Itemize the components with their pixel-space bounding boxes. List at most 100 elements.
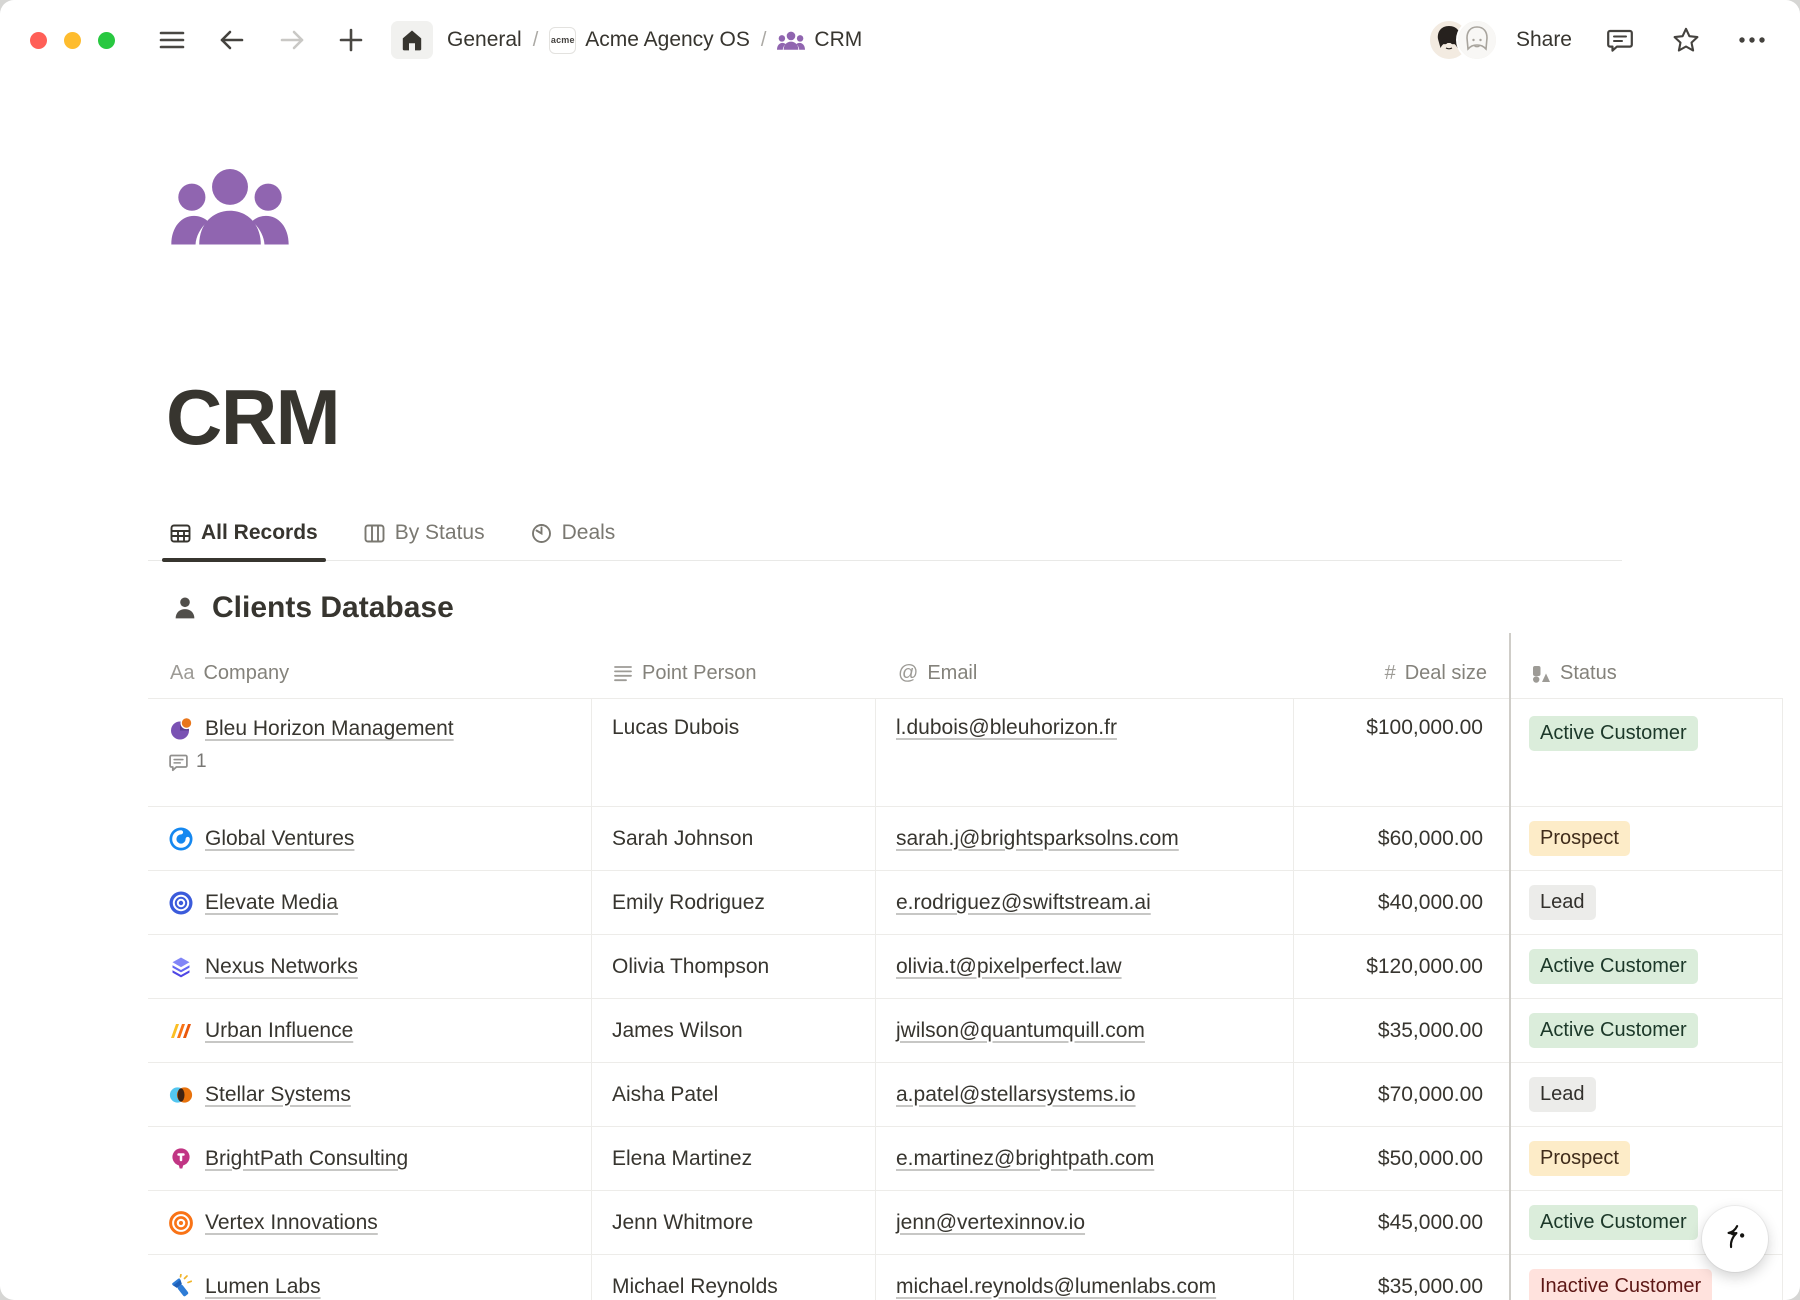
point-person-cell[interactable]: Jenn Whitmore [592,1191,876,1254]
email-cell[interactable]: sarah.j@brightsparksolns.com [876,807,1294,870]
tab-deals[interactable]: Deals [531,521,616,560]
email-cell[interactable]: a.patel@stellarsystems.io [876,1063,1294,1126]
point-person-cell[interactable]: Lucas Dubois [592,699,876,806]
breadcrumb-crm[interactable]: CRM [777,28,862,52]
column-header-status[interactable]: Status [1509,649,1783,698]
column-divider[interactable] [1509,633,1511,1300]
company-cell[interactable]: Lumen Labs [148,1255,592,1300]
table-row[interactable]: Nexus Networks Olivia Thompson olivia.t@… [148,935,1783,999]
table-row[interactable]: Lumen Labs Michael Reynolds michael.reyn… [148,1255,1783,1300]
email-cell[interactable]: e.rodriguez@swiftstream.ai [876,871,1294,934]
email-cell[interactable]: l.dubois@bleuhorizon.fr [876,699,1294,806]
deal-size-cell[interactable]: $60,000.00 [1294,807,1509,870]
breadcrumb-general[interactable]: General [447,28,522,52]
email-cell[interactable]: e.martinez@brightpath.com [876,1127,1294,1190]
database-title[interactable]: Clients Database [212,591,454,625]
company-link[interactable]: Stellar Systems [205,1083,351,1107]
column-header-point-person[interactable]: Point Person [592,649,876,698]
deal-size-cell[interactable]: $70,000.00 [1294,1063,1509,1126]
company-cell[interactable]: BrightPath Consulting [148,1127,592,1190]
company-cell[interactable]: Vertex Innovations [148,1191,592,1254]
company-cell[interactable]: Nexus Networks [148,935,592,998]
status-cell[interactable]: Active Customer [1509,935,1783,998]
deal-size-cell[interactable]: $45,000.00 [1294,1191,1509,1254]
point-person-cell[interactable]: Sarah Johnson [592,807,876,870]
comments-button[interactable] [1602,22,1638,58]
email-link[interactable]: michael.reynolds@lumenlabs.com [896,1275,1216,1299]
table-row[interactable]: Bleu Horizon Management 1 Lucas Dubois l… [148,699,1783,807]
company-link[interactable]: Bleu Horizon Management [205,717,454,741]
table-row[interactable]: BrightPath Consulting Elena Martinez e.m… [148,1127,1783,1191]
point-person-cell[interactable]: James Wilson [592,999,876,1062]
notion-ai-button[interactable] [1702,1206,1768,1272]
sidebar-toggle-button[interactable] [155,25,189,55]
tab-all-records[interactable]: All Records [170,521,318,560]
page-icon-people[interactable] [170,162,290,250]
forward-button[interactable] [275,25,309,55]
zoom-window-button[interactable] [98,32,115,49]
status-cell[interactable]: Lead [1509,1063,1783,1126]
table-row[interactable]: Elevate Media Emily Rodriguez e.rodrigue… [148,871,1783,935]
email-link[interactable]: jenn@vertexinnov.io [896,1211,1085,1235]
point-person-cell[interactable]: Aisha Patel [592,1063,876,1126]
company-link[interactable]: Vertex Innovations [205,1211,378,1235]
share-button[interactable]: Share [1516,28,1572,52]
company-cell[interactable]: Stellar Systems [148,1063,592,1126]
email-cell[interactable]: jenn@vertexinnov.io [876,1191,1294,1254]
deal-size-cell[interactable]: $40,000.00 [1294,871,1509,934]
status-cell[interactable]: Prospect [1509,1127,1783,1190]
company-cell[interactable]: Bleu Horizon Management 1 [148,699,592,806]
company-link[interactable]: Nexus Networks [205,955,358,979]
company-cell[interactable]: Elevate Media [148,871,592,934]
company-cell[interactable]: Urban Influence [148,999,592,1062]
email-cell[interactable]: olivia.t@pixelperfect.law [876,935,1294,998]
deal-size-cell[interactable]: $120,000.00 [1294,935,1509,998]
tab-by-status[interactable]: By Status [364,521,485,560]
close-window-button[interactable] [30,32,47,49]
point-person-cell[interactable]: Elena Martinez [592,1127,876,1190]
email-link[interactable]: l.dubois@bleuhorizon.fr [896,716,1117,740]
new-page-button[interactable] [335,24,367,56]
breadcrumb-workspace[interactable]: acme Acme Agency OS [549,27,750,54]
point-person-cell[interactable]: Olivia Thompson [592,935,876,998]
home-button[interactable] [391,21,433,59]
email-link[interactable]: e.martinez@brightpath.com [896,1147,1154,1171]
status-cell[interactable]: Lead [1509,871,1783,934]
email-cell[interactable]: michael.reynolds@lumenlabs.com [876,1255,1294,1300]
back-button[interactable] [215,25,249,55]
deal-size-cell[interactable]: $50,000.00 [1294,1127,1509,1190]
company-link[interactable]: BrightPath Consulting [205,1147,408,1171]
page-title[interactable]: CRM [166,372,1800,463]
favorite-button[interactable] [1668,22,1704,58]
email-link[interactable]: a.patel@stellarsystems.io [896,1083,1136,1107]
deal-size-cell[interactable]: $35,000.00 [1294,1255,1509,1300]
table-row[interactable]: Vertex Innovations Jenn Whitmore jenn@ve… [148,1191,1783,1255]
email-cell[interactable]: jwilson@quantumquill.com [876,999,1294,1062]
comment-count[interactable]: 1 [168,751,207,773]
table-row[interactable]: Urban Influence James Wilson jwilson@qua… [148,999,1783,1063]
company-link[interactable]: Lumen Labs [205,1275,321,1299]
email-link[interactable]: olivia.t@pixelperfect.law [896,955,1122,979]
table-row[interactable]: Global Ventures Sarah Johnson sarah.j@br… [148,807,1783,871]
status-cell[interactable]: Active Customer [1509,699,1783,806]
company-link[interactable]: Urban Influence [205,1019,353,1043]
column-header-company[interactable]: Aa Company [148,649,592,698]
deal-size-cell[interactable]: $100,000.00 [1294,699,1509,806]
email-link[interactable]: e.rodriguez@swiftstream.ai [896,891,1151,915]
more-options-button[interactable] [1734,31,1770,49]
company-link[interactable]: Global Ventures [205,827,354,851]
point-person-cell[interactable]: Emily Rodriguez [592,871,876,934]
deal-size-cell[interactable]: $35,000.00 [1294,999,1509,1062]
status-cell[interactable]: Prospect [1509,807,1783,870]
company-link[interactable]: Elevate Media [205,891,338,915]
status-cell[interactable]: Active Customer [1509,999,1783,1062]
minimize-window-button[interactable] [64,32,81,49]
company-cell[interactable]: Global Ventures [148,807,592,870]
email-link[interactable]: sarah.j@brightsparksolns.com [896,827,1179,851]
point-person-cell[interactable]: Michael Reynolds [592,1255,876,1300]
collaborator-avatars[interactable] [1428,19,1498,61]
column-header-deal-size[interactable]: # Deal size [1294,649,1509,698]
column-header-email[interactable]: @ Email [876,649,1294,698]
table-row[interactable]: Stellar Systems Aisha Patel a.patel@stel… [148,1063,1783,1127]
email-link[interactable]: jwilson@quantumquill.com [896,1019,1145,1043]
